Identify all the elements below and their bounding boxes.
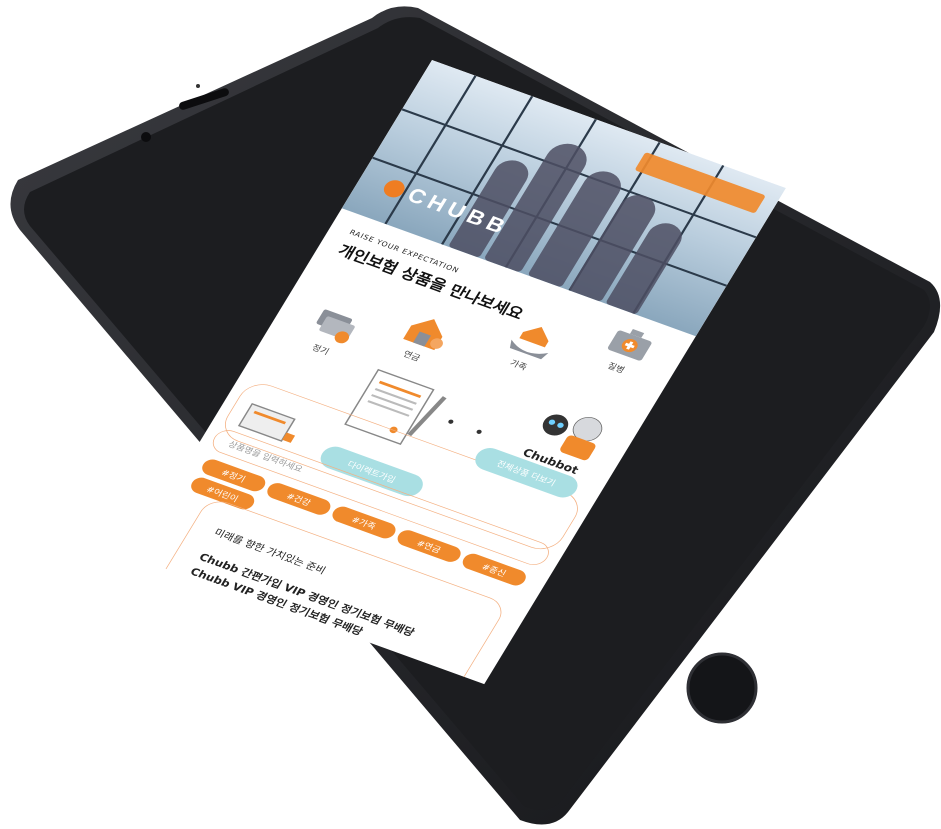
- category-annuity[interactable]: 연금: [377, 302, 470, 373]
- category-label: 질병: [605, 360, 627, 375]
- money-icon: [316, 309, 355, 344]
- medical-kit-icon: [607, 328, 652, 361]
- category-label: 정기: [310, 342, 332, 357]
- divider-dots: • •: [441, 413, 495, 445]
- category-family[interactable]: 가족: [484, 311, 577, 382]
- category-label: 가족: [508, 358, 529, 373]
- logo-mark-icon: [380, 177, 409, 200]
- category-label: 연금: [401, 348, 423, 364]
- family-house-icon: [509, 326, 549, 360]
- category-illness[interactable]: 질병: [581, 316, 672, 384]
- category-term[interactable]: 정기: [286, 298, 377, 366]
- house-hearts-icon: [403, 319, 443, 351]
- home-button: [686, 652, 758, 724]
